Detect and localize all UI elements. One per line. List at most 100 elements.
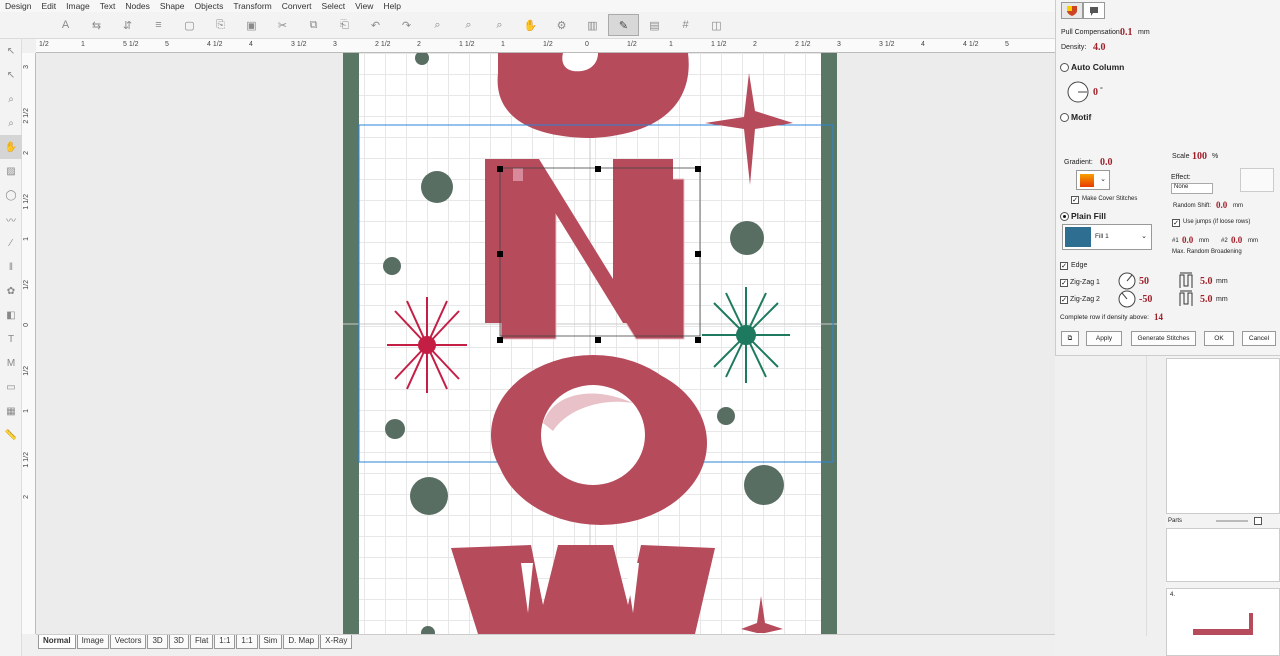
align-2-icon[interactable]: ⇵ (112, 14, 143, 36)
redo-icon[interactable]: ↷ (391, 14, 422, 36)
tab-1-1[interactable]: 1:1 (236, 635, 258, 649)
text-tool-icon[interactable]: A (50, 14, 81, 36)
design-canvas[interactable] (36, 53, 1055, 634)
edge-checkbox[interactable]: ✓ (1060, 262, 1068, 270)
shape-tool-icon[interactable]: ⌕ (0, 111, 22, 135)
menu-item-shape[interactable]: Shape (155, 1, 190, 11)
density-value[interactable]: 4.0 (1093, 42, 1106, 53)
menu-item-objects[interactable]: Objects (190, 1, 229, 11)
menu-item-text[interactable]: Text (95, 1, 121, 11)
fill-icon[interactable]: ▥ (577, 14, 608, 36)
fill-tool-icon[interactable]: ▨ (0, 159, 22, 183)
save-icon[interactable]: ▣ (236, 14, 267, 36)
menu-item-view[interactable]: View (350, 1, 378, 11)
pattern-tool-icon[interactable]: ▦ (0, 399, 22, 423)
tab-x-ray[interactable]: X-Ray (320, 635, 353, 649)
menu-item-convert[interactable]: Convert (277, 1, 317, 11)
panel-scrollbar[interactable] (1146, 356, 1158, 636)
cancel-button[interactable]: Cancel (1242, 331, 1276, 346)
menu-item-design[interactable]: Design (0, 1, 36, 11)
tab-colors[interactable] (1061, 2, 1083, 19)
scale-value[interactable]: 100 (1192, 151, 1207, 162)
plain-fill-radio[interactable] (1060, 212, 1069, 221)
zigzag2-checkbox[interactable]: ✓ (1060, 296, 1068, 304)
r1-value[interactable]: 0.0 (1182, 235, 1193, 245)
satin-tool-icon[interactable]: 〰 (0, 207, 22, 231)
cut-icon[interactable]: ✂ (267, 14, 298, 36)
zigzag1-checkbox[interactable]: ✓ (1060, 279, 1068, 287)
tab-1-1[interactable]: 1:1 (214, 635, 236, 649)
effect-select[interactable]: None (1171, 183, 1213, 194)
copy-settings-button[interactable]: ⧉ (1061, 331, 1079, 346)
zoom-3-icon[interactable]: ⌕ (484, 14, 515, 36)
column-tool-icon[interactable]: ‖ (0, 255, 22, 279)
align-icon[interactable]: ⇆ (81, 14, 112, 36)
menu-item-transform[interactable]: Transform (228, 1, 276, 11)
border-tool-icon[interactable]: ▭ (0, 375, 22, 399)
monogram-tool-icon[interactable]: M (0, 351, 22, 375)
apply-button[interactable]: Apply (1086, 331, 1122, 346)
thumbnail-list[interactable]: 4. (1166, 588, 1280, 656)
design-page[interactable] (343, 53, 837, 634)
design-artwork[interactable] (343, 53, 837, 634)
pan-tool-icon[interactable]: ✋ (0, 135, 22, 159)
pull-comp-value[interactable]: 0.1 (1120, 27, 1133, 38)
menu-item-select[interactable]: Select (317, 1, 351, 11)
zigzag2-size[interactable]: 5.0 (1200, 294, 1213, 305)
applique-tool-icon[interactable]: ◧ (0, 303, 22, 327)
select-tool-icon[interactable]: ↖ (0, 39, 22, 63)
tab-3d[interactable]: 3D (168, 635, 189, 649)
menu-item-help[interactable]: Help (378, 1, 405, 11)
ok-button[interactable]: OK (1204, 331, 1234, 346)
edit-icon[interactable]: ✎ (608, 14, 639, 36)
auto-column-radio[interactable] (1060, 63, 1069, 72)
tab-flat[interactable]: Flat (189, 635, 214, 649)
node-tool-icon[interactable]: ↖ (0, 63, 22, 87)
random-shift-value[interactable]: 0.0 (1216, 200, 1227, 210)
angle-dial-icon[interactable] (1118, 272, 1136, 290)
copy-icon[interactable]: ⧉ (298, 14, 329, 36)
pan-icon[interactable]: ✋ (515, 14, 546, 36)
stitch-icon[interactable]: ⚙ (546, 14, 577, 36)
zigzag1-size[interactable]: 5.0 (1200, 276, 1213, 287)
gradient-dropdown[interactable]: ⌄ (1076, 170, 1110, 190)
generate-stitches-button[interactable]: Generate Stitches (1131, 331, 1196, 346)
menu-item-edit[interactable]: Edit (36, 1, 61, 11)
paste-icon[interactable]: ⎗ (329, 14, 360, 36)
run-tool-icon[interactable]: ∕ (0, 231, 22, 255)
zigzag1-angle[interactable]: 50 (1139, 276, 1149, 287)
motif-tool-icon[interactable]: ✿ (0, 279, 22, 303)
tab-vectors[interactable]: Vectors (109, 635, 147, 649)
complete-row-value[interactable]: 14 (1154, 312, 1163, 322)
undo-icon[interactable]: ↶ (360, 14, 391, 36)
zigzag2-angle[interactable]: -50 (1139, 294, 1152, 305)
parts-checkbox[interactable] (1254, 517, 1262, 525)
angle-dial-icon[interactable] (1118, 290, 1136, 308)
zoom-tool-icon[interactable]: ⌕ (0, 87, 22, 111)
new-icon[interactable]: ▢ (174, 14, 205, 36)
zoom-2-icon[interactable]: ⌕ (453, 14, 484, 36)
use-jumps-checkbox[interactable]: ✓ (1172, 219, 1180, 227)
fill-pattern-dropdown[interactable]: Fill 1 ⌄ (1062, 224, 1152, 250)
grid-icon[interactable]: # (670, 14, 701, 36)
angle-value[interactable]: 0 (1093, 87, 1098, 98)
make-cover-checkbox[interactable]: ✓ (1071, 196, 1079, 204)
tab-sim[interactable]: Sim (258, 635, 283, 649)
parts-list[interactable] (1166, 528, 1280, 582)
gradient-value[interactable]: 0.0 (1100, 157, 1113, 168)
view-icon[interactable]: ◫ (701, 14, 732, 36)
parts-slider[interactable] (1216, 520, 1248, 522)
open-icon[interactable]: ⎘ (205, 14, 236, 36)
menu-item-nodes[interactable]: Nodes (120, 1, 155, 11)
tab-image[interactable]: Image (76, 635, 109, 649)
thumbnail-preview[interactable] (1191, 609, 1257, 641)
angle-dial-icon[interactable] (1066, 80, 1090, 104)
text-tool-icon[interactable]: T (0, 327, 22, 351)
tab-d--map[interactable]: D. Map (283, 635, 320, 649)
outline-tool-icon[interactable]: ◯ (0, 183, 22, 207)
tab-stitches[interactable] (1083, 2, 1105, 19)
align-3-icon[interactable]: ≡ (143, 14, 174, 36)
object-list[interactable] (1166, 358, 1280, 514)
measure-tool-icon[interactable]: 📏 (0, 423, 22, 447)
r2-value[interactable]: 0.0 (1231, 235, 1242, 245)
